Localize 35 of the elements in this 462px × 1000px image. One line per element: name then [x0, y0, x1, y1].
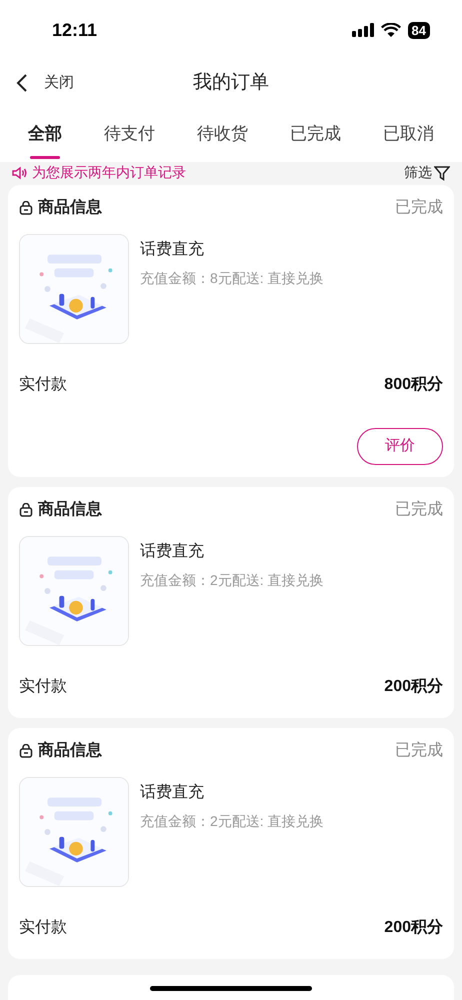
filter-icon	[434, 164, 450, 180]
page-title: 我的订单	[193, 70, 269, 95]
section-title: 商品信息	[38, 197, 102, 218]
product-detail: 充值金额：8元配送: 直接兑换	[140, 269, 324, 288]
paid-amount: 200积分	[384, 676, 443, 697]
review-button[interactable]: 评价	[357, 428, 443, 465]
order-tab[interactable]: 待收货	[183, 106, 262, 162]
back-icon	[16, 73, 28, 93]
order-status: 已完成	[395, 198, 443, 218]
order-status: 已完成	[395, 740, 443, 761]
paid-amount: 200积分	[384, 918, 443, 938]
paid-label: 实付款	[19, 918, 67, 938]
paid-amount: 800积分	[384, 374, 443, 395]
signal-icon	[352, 23, 374, 37]
notice-text: 为您展示两年内订单记录	[32, 163, 186, 182]
wifi-icon	[380, 23, 401, 37]
order-tab[interactable]: 待支付	[90, 106, 169, 162]
status-time: 12:11	[52, 18, 98, 42]
section-title: 商品信息	[38, 499, 102, 520]
back-button[interactable]: 关闭	[16, 72, 74, 94]
paid-label: 实付款	[19, 676, 67, 697]
product-name: 话费直充	[140, 240, 205, 260]
filter-button[interactable]: 筛选	[404, 162, 450, 183]
product-name: 话费直充	[140, 782, 205, 803]
order-tab[interactable]: 已取消	[369, 106, 448, 162]
order-status: 已完成	[395, 500, 443, 520]
product-detail: 充值金额：2元配送: 直接兑换	[140, 812, 324, 831]
battery-indicator: 84	[408, 22, 430, 38]
product-detail: 充值金额：2元配送: 直接兑换	[140, 571, 324, 590]
section-title: 商品信息	[38, 740, 102, 761]
paid-label: 实付款	[19, 374, 67, 395]
order-tab[interactable]: 全部	[14, 106, 76, 162]
speaker-icon	[12, 166, 28, 180]
order-tab[interactable]: 已完成	[276, 106, 355, 162]
product-name: 话费直充	[140, 542, 205, 562]
